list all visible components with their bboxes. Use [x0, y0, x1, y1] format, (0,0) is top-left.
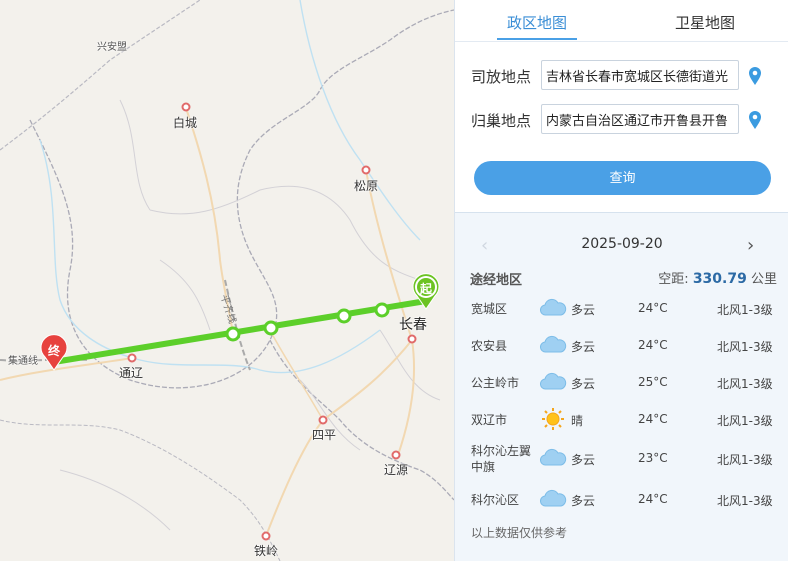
- release-location-pin-icon[interactable]: [747, 66, 763, 86]
- route-title: 途经地区: [470, 273, 523, 288]
- weather-temperature: 23°C: [638, 451, 668, 465]
- weather-row: 双辽市 晴 24°C 北风1-3级: [455, 404, 788, 436]
- city-label-baicheng: 白城: [173, 116, 198, 130]
- map-type-tabs: 政区地图 卫星地图: [455, 0, 788, 42]
- home-location-pin-icon[interactable]: [747, 110, 763, 130]
- weather-temperature: 24°C: [638, 492, 668, 506]
- cloudy-icon: [539, 370, 567, 392]
- weather-temperature: 24°C: [638, 338, 668, 352]
- tab-satellite-map[interactable]: 卫星地图: [675, 12, 735, 33]
- data-disclaimer: 以上数据仅供参考: [471, 526, 568, 540]
- city-label-liaoyuan: 辽源: [384, 463, 409, 477]
- home-location-row: 归巢地点: [471, 104, 781, 138]
- current-date: 2025-09-20: [581, 236, 663, 252]
- weather-wind: 北风1-3级: [717, 453, 773, 467]
- city-label-tongliao: 通辽: [119, 366, 144, 380]
- release-location-label: 司放地点: [471, 68, 532, 86]
- rail-label-jitong: 集通线: [8, 356, 38, 367]
- cloudy-icon: [539, 446, 567, 468]
- end-marker-label: 终: [47, 344, 60, 358]
- weather-wind: 北风1-3级: [717, 340, 773, 354]
- weather-description: 晴: [571, 414, 584, 428]
- route-header: 途经地区 空距: 330.79 公里: [470, 269, 785, 289]
- weather-wind: 北风1-3级: [717, 494, 773, 508]
- city-label-changchun: 长春: [399, 317, 427, 333]
- home-location-label: 归巢地点: [471, 112, 532, 130]
- weather-area: 农安县: [471, 339, 508, 353]
- tabs-divider: [455, 41, 788, 42]
- weather-row: 科尔沁左翼 中旗 多云 23°C 北风1-3级: [455, 441, 788, 474]
- weather-description: 多云: [571, 453, 596, 467]
- distance-value: 330.79: [692, 271, 747, 287]
- side-panel: 政区地图 卫星地图 司放地点 归巢地点 查询 ‹ 2025-09-2: [454, 0, 788, 561]
- weather-area: 科尔沁区: [471, 493, 520, 507]
- distance-label: 空距:: [658, 272, 689, 287]
- weather-temperature: 24°C: [638, 301, 668, 315]
- weather-row: 公主岭市 多云 25°C 北风1-3级: [455, 367, 788, 399]
- weather-wind: 北风1-3级: [717, 414, 773, 428]
- distance-unit: 公里: [750, 272, 777, 287]
- city-label-songyuan: 松原: [354, 179, 379, 193]
- weather-description: 多云: [571, 340, 596, 354]
- date-navigator: ‹ 2025-09-20 ›: [455, 233, 788, 257]
- cloudy-icon: [539, 333, 567, 355]
- weather-wind: 北风1-3级: [717, 377, 773, 391]
- city-label-tieling: 铁岭: [254, 544, 279, 558]
- cloudy-icon: [539, 487, 567, 509]
- weather-temperature: 24°C: [638, 412, 668, 426]
- weather-wind: 北风1-3级: [717, 303, 773, 317]
- weather-row: 农安县 多云 24°C 北风1-3级: [455, 330, 788, 362]
- start-marker-label: 起: [419, 282, 432, 296]
- end-marker[interactable]: 终: [40, 337, 68, 373]
- weather-description: 多云: [571, 377, 596, 391]
- weather-area: 双辽市: [471, 413, 508, 427]
- active-tab-indicator: [497, 38, 577, 40]
- cloudy-icon: [539, 296, 567, 318]
- distance-readout: 空距: 330.79 公里: [658, 268, 777, 287]
- tab-admin-map[interactable]: 政区地图: [507, 12, 567, 33]
- release-location-input[interactable]: [541, 60, 739, 90]
- query-button[interactable]: 查询: [474, 161, 771, 195]
- release-location-row: 司放地点: [471, 60, 781, 94]
- city-label-siping: 四平: [312, 428, 337, 442]
- map-view[interactable]: 兴安盟 白城 松原 长春 通辽 四平 辽源 铁岭 平齐线 集通线 起 终: [0, 0, 454, 561]
- weather-row: 宽城区 多云 24°C 北风1-3级: [455, 293, 788, 325]
- query-form: 政区地图 卫星地图 司放地点 归巢地点 查询: [455, 0, 788, 213]
- sunny-icon: [539, 407, 567, 430]
- weather-description: 多云: [571, 494, 596, 508]
- home-location-input[interactable]: [541, 104, 739, 134]
- weather-temperature: 25°C: [638, 375, 668, 389]
- city-label-xinganmeng: 兴安盟: [97, 42, 127, 53]
- weather-row: 科尔沁区 多云 24°C 北风1-3级: [455, 484, 788, 516]
- weather-description: 多云: [571, 303, 596, 317]
- weather-area: 公主岭市: [471, 376, 520, 390]
- start-marker[interactable]: 起: [412, 276, 440, 312]
- weather-area: 宽城区: [471, 302, 508, 316]
- next-date-chevron-icon[interactable]: ›: [747, 235, 754, 256]
- weather-area: 科尔沁左翼 中旗: [471, 444, 532, 474]
- weather-section: ‹ 2025-09-20 › 途经地区 空距: 330.79 公里 宽城区 多云 2…: [455, 213, 788, 561]
